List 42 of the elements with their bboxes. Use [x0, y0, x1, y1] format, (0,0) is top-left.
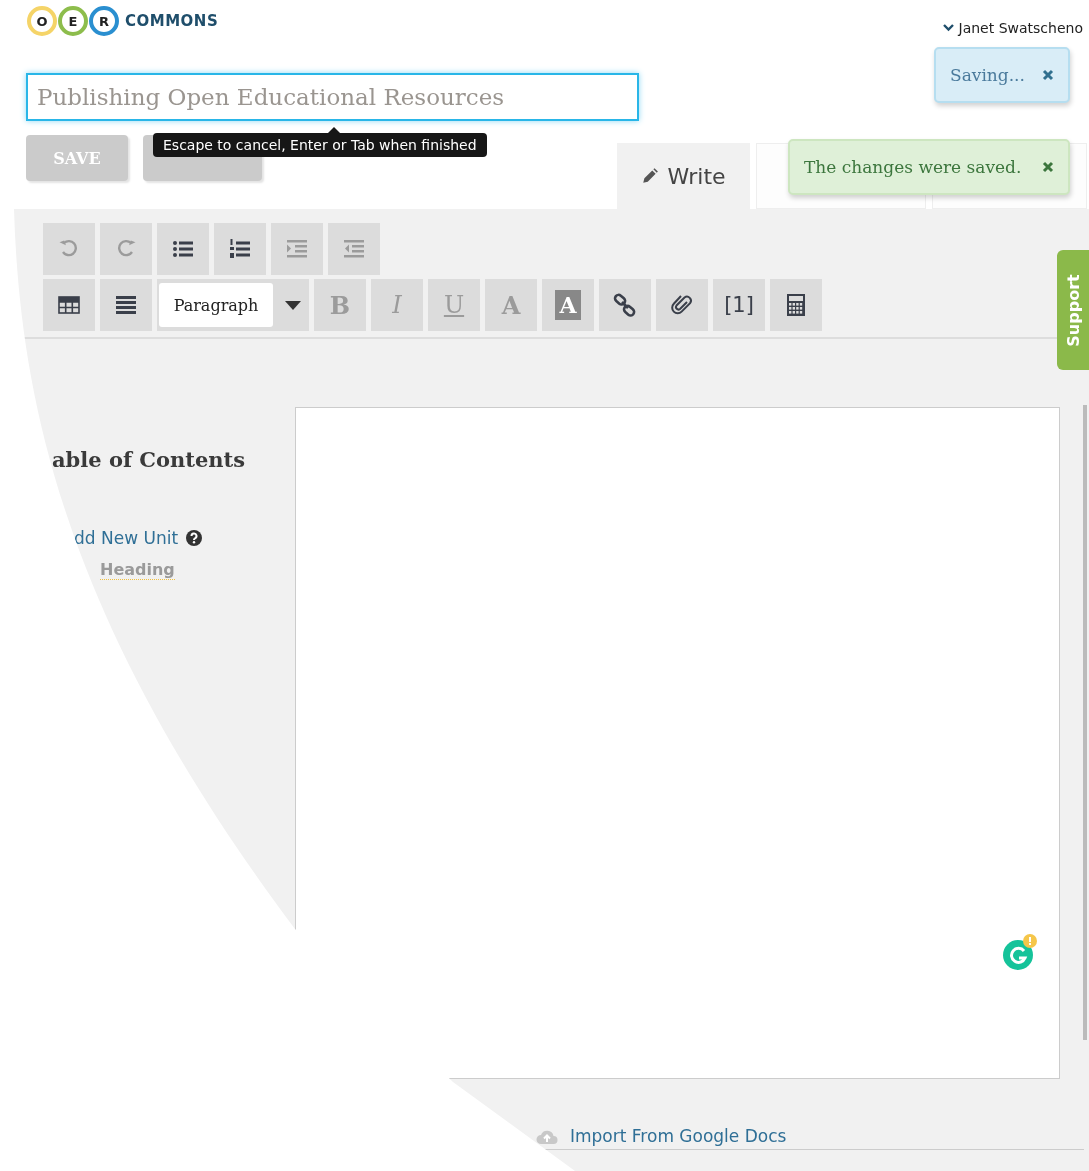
format-dropdown[interactable]: Paragraph [157, 279, 309, 331]
calculator-icon [784, 293, 808, 317]
toolbar-button[interactable] [656, 279, 708, 331]
user-menu[interactable]: Janet Swatscheno [942, 20, 1083, 36]
toolbar-button[interactable] [770, 279, 822, 331]
toolbar-button[interactable] [100, 279, 152, 331]
logo-letter: R [89, 6, 119, 36]
pencil-icon [641, 167, 660, 185]
toc-heading: able of Contents [52, 447, 246, 472]
highlight-button[interactable]: A [542, 279, 594, 331]
numbered-list-icon [228, 237, 252, 261]
help-icon[interactable] [186, 530, 203, 546]
outdent-icon [342, 237, 366, 261]
footnote-button[interactable]: [1] [713, 279, 765, 331]
toolbar-button[interactable] [214, 223, 266, 275]
paperclip-icon [670, 293, 694, 317]
close-icon[interactable] [1042, 69, 1054, 81]
format-select-value: Paragraph [159, 283, 273, 327]
add-heading-link[interactable]: Heading [100, 560, 175, 580]
logo-letter: E [58, 6, 88, 36]
caret-icon [285, 300, 301, 310]
import-google-docs-link[interactable]: Import From Google Docs [570, 1126, 787, 1146]
justify-icon [114, 293, 138, 317]
toolbar-button[interactable] [599, 279, 651, 331]
scrollbar[interactable] [1083, 405, 1087, 1040]
grammar-badge-icon [1003, 934, 1037, 970]
toast-message: Saving... [950, 65, 1025, 85]
logo-text: COMMONS [125, 12, 219, 30]
toolbar-button[interactable] [43, 279, 95, 331]
indent-icon [285, 237, 309, 261]
link-icon [613, 293, 637, 317]
toast-message: The changes were saved. [804, 157, 1022, 177]
add-unit-link[interactable]: dd New Unit [74, 528, 179, 548]
chevron-icon [942, 24, 954, 32]
tooltip-pointer [328, 127, 340, 133]
logo-letter: O [27, 6, 57, 36]
title-input[interactable]: Publishing Open Educational Resources [26, 73, 639, 121]
editor-tab[interactable]: Write [617, 143, 750, 209]
support-tab[interactable]: Support [1057, 250, 1089, 370]
table-icon [57, 293, 81, 317]
close-icon[interactable] [1042, 161, 1054, 173]
toolbar-button[interactable] [157, 223, 209, 275]
